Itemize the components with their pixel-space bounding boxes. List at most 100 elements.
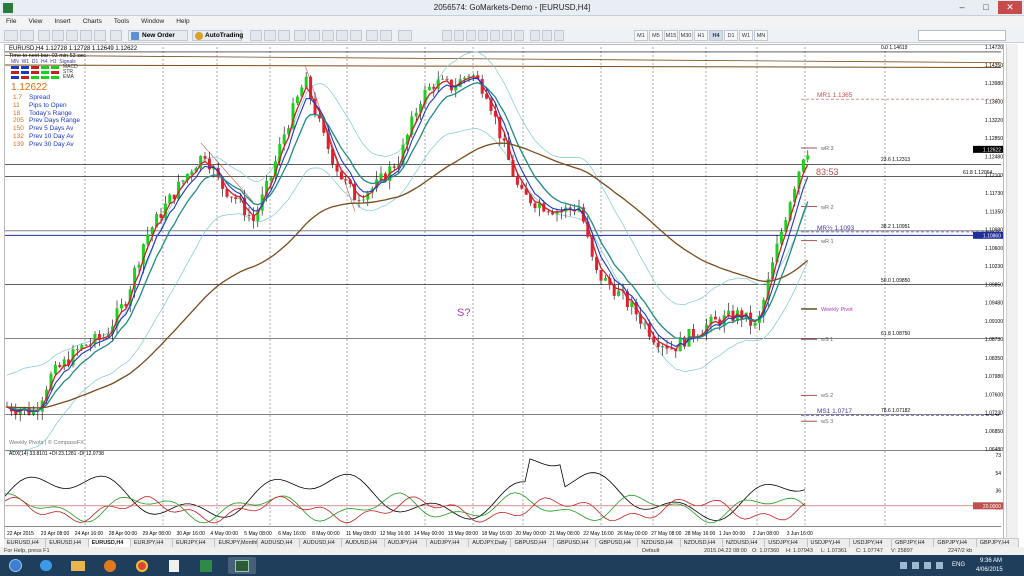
terminal-icon[interactable] — [80, 30, 92, 41]
weekly-pivot-label: wS 3 — [821, 419, 834, 426]
tray-flag-icon[interactable] — [912, 562, 919, 569]
minimize-button[interactable]: – — [950, 1, 974, 14]
menu-bar: File View Insert Charts Tools Window Hel… — [0, 16, 1024, 28]
taskbar-media-player[interactable] — [96, 557, 124, 574]
timeframe-h1[interactable]: H1 — [694, 30, 708, 41]
stat-row: 11 Pips to Open — [13, 102, 67, 109]
line-chart-icon[interactable] — [278, 30, 290, 41]
new-chart-icon[interactable] — [4, 30, 18, 41]
ema-slow-line — [6, 82, 809, 412]
search-input[interactable] — [918, 30, 1006, 41]
menu-tools[interactable]: Tools — [108, 16, 135, 28]
taskbar-notepad[interactable] — [160, 557, 188, 574]
chart-annotation: S? — [457, 307, 471, 319]
profiles-icon[interactable] — [20, 30, 34, 41]
fib-level-label: 61.8 1.08750 — [881, 331, 911, 338]
taskbar-metatrader[interactable] — [228, 557, 256, 574]
timeframe-m30[interactable]: M30 — [679, 30, 693, 41]
maximize-button[interactable]: □ — [974, 1, 998, 14]
fibonacci-icon[interactable] — [514, 30, 524, 41]
signal-cell — [11, 76, 19, 79]
minus-di-line — [4, 495, 806, 524]
text-tool-icon[interactable] — [530, 30, 540, 41]
indicators-icon[interactable] — [366, 30, 378, 41]
sma-long-line — [6, 142, 809, 409]
timeframe-mn[interactable]: MN — [754, 30, 768, 41]
taskbar-excel[interactable] — [192, 557, 220, 574]
tray-language[interactable]: ENG — [952, 560, 965, 576]
timeframe-m15[interactable]: M15 — [664, 30, 678, 41]
menu-insert[interactable]: Insert — [48, 16, 76, 28]
menu-view[interactable]: View — [22, 16, 48, 28]
metaeditor-icon[interactable] — [110, 30, 122, 41]
zoom-in-icon[interactable] — [294, 30, 306, 41]
autotrading-button[interactable]: AutoTrading — [192, 30, 243, 41]
timeframe-m1[interactable]: M1 — [634, 30, 648, 41]
signal-cell — [41, 66, 49, 69]
taskbar-chrome[interactable] — [128, 557, 156, 574]
time-axis: 22 Apr 2015 23 Apr 08:00 24 Apr 16:00 28 Ap… — [5, 526, 1001, 537]
tray-volume-icon[interactable] — [936, 562, 943, 569]
timeframe-h4[interactable]: H4 — [709, 30, 723, 41]
menu-help[interactable]: Help — [170, 16, 195, 28]
candle-body — [445, 78, 449, 80]
chart-shift-icon[interactable] — [336, 30, 348, 41]
candle-body — [335, 163, 339, 172]
arrows-icon[interactable] — [554, 30, 564, 41]
menu-charts[interactable]: Charts — [77, 16, 108, 28]
text-label-icon[interactable] — [542, 30, 552, 41]
folder-icon — [71, 561, 85, 571]
candle-body — [471, 75, 475, 77]
candle-body — [344, 179, 348, 181]
chart-window[interactable]: 1.14720 1.14350 1.13980 1.13600 1.13220 1.128… — [4, 44, 1004, 540]
candlesticks-icon[interactable] — [264, 30, 276, 41]
timeframe-d1[interactable]: D1 — [724, 30, 738, 41]
timeframe-w1[interactable]: W1 — [739, 30, 753, 41]
cursor-icon[interactable] — [442, 30, 452, 41]
vertical-line-icon[interactable] — [466, 30, 476, 41]
templates-icon[interactable] — [398, 30, 412, 41]
stat-row: 139 Prev 30 Day Av — [13, 141, 74, 148]
fib-level-label: 50.0 1.09850 — [881, 277, 911, 284]
trend-line — [304, 64, 356, 212]
market-watch-icon[interactable] — [38, 30, 50, 41]
strategy-tester-icon[interactable] — [94, 30, 106, 41]
timeframe-m5[interactable]: M5 — [649, 30, 663, 41]
price-tick-label: 1.11350 — [985, 209, 1003, 215]
adx-tick-label: 54 — [995, 471, 1001, 477]
chrome-icon — [136, 560, 148, 572]
time-tick-label: 20 May 00:00 — [516, 531, 547, 537]
menu-file[interactable]: File — [0, 16, 22, 28]
price-tick-label: 1.08730 — [985, 337, 1003, 343]
tray-network-icon[interactable] — [924, 562, 931, 569]
time-tick-label: 1 Jun 00:00 — [719, 531, 745, 537]
bollinger-lower — [6, 128, 809, 453]
time-tick-label: 24 Apr 16:00 — [75, 531, 104, 537]
periods-icon[interactable] — [380, 30, 392, 41]
navigator-icon[interactable] — [66, 30, 78, 41]
tray-up-arrow-icon[interactable] — [900, 562, 907, 569]
close-button[interactable]: ✕ — [998, 1, 1022, 14]
new-order-button[interactable]: New Order — [128, 30, 188, 41]
horizontal-line-icon[interactable] — [478, 30, 488, 41]
candle-body — [137, 264, 141, 268]
candle-body — [617, 290, 621, 296]
candle-body — [656, 342, 660, 348]
bar-chart-icon[interactable] — [250, 30, 262, 41]
taskbar-explorer[interactable] — [64, 557, 92, 574]
data-window-icon[interactable] — [52, 30, 64, 41]
crosshair-icon[interactable] — [454, 30, 464, 41]
price-chart[interactable]: 1.14720 1.14350 1.13980 1.13600 1.13220 1.128… — [4, 45, 1005, 541]
time-tick-label: 22 May 16:00 — [583, 531, 614, 537]
trendline-icon[interactable] — [490, 30, 500, 41]
taskbar-ie[interactable] — [32, 557, 60, 574]
equidistant-channel-icon[interactable] — [502, 30, 512, 41]
autoscroll-icon[interactable] — [350, 30, 362, 41]
start-button[interactable] — [2, 557, 28, 574]
monthly-level-label: MR½ 1.1093 — [817, 224, 855, 232]
tile-windows-icon[interactable] — [322, 30, 334, 41]
zoom-out-icon[interactable] — [308, 30, 320, 41]
adx-tick-label: 36 — [995, 488, 1001, 494]
menu-window[interactable]: Window — [135, 16, 170, 28]
chart-scrollbar[interactable] — [1006, 44, 1018, 540]
